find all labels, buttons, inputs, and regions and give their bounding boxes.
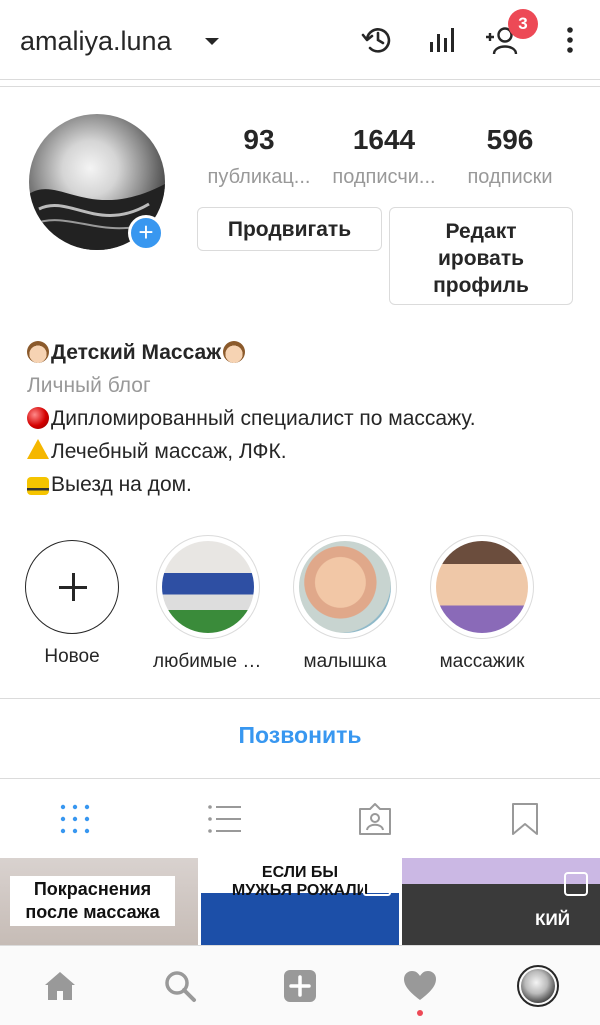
chevron-down-icon[interactable] [205, 38, 219, 45]
activity-heart-icon[interactable] [402, 968, 438, 1004]
edit-profile-label-line3: профиль [433, 274, 529, 297]
tagged-photos-icon[interactable] [357, 801, 393, 837]
posts-grid: Покраснения после массажа ЕСЛИ БЫ МУЖЬЯ … [0, 858, 600, 945]
history-icon[interactable] [360, 22, 396, 58]
post-thumbnail[interactable]: КИЙ [402, 858, 600, 945]
profile-name: Детский Массаж [51, 341, 222, 364]
bio-line: Выезд на дом. [51, 473, 192, 496]
divider [0, 86, 600, 87]
plus-icon [25, 540, 119, 634]
post-caption-line: после массажа [25, 902, 160, 922]
search-icon[interactable] [162, 968, 198, 1004]
profile-tab-avatar[interactable] [517, 965, 559, 1007]
stat-posts-label: публикац... [207, 166, 311, 188]
divider [0, 698, 600, 699]
profile-bio: Детский Массаж Личный блог Дипломированн… [27, 336, 476, 501]
edit-profile-label-line2: ировать [437, 247, 525, 270]
profile-category: Личный блог [27, 374, 151, 397]
bottom-navigation [0, 945, 600, 1025]
stat-posts-value: 93 [243, 124, 275, 155]
stat-posts[interactable]: 93 публикац... [194, 124, 324, 189]
promote-button[interactable]: Продвигать [197, 207, 382, 251]
highlight-item[interactable]: массажик [427, 535, 537, 673]
bio-line: Лечебный массаж, ЛФК. [51, 440, 287, 463]
home-icon[interactable] [42, 968, 78, 1004]
post-thumbnail[interactable]: ЕСЛИ БЫ МУЖЬЯ РОЖАЛИ [201, 858, 399, 945]
top-bar: amaliya.luna 3 [0, 0, 600, 80]
notification-badge: 3 [508, 9, 538, 39]
stat-following-label: подписки [467, 166, 553, 188]
highlight-label: Новое [44, 646, 100, 667]
username-switcher[interactable]: amaliya.luna [20, 26, 172, 57]
new-post-icon[interactable] [282, 968, 318, 1004]
warning-emoji-icon [27, 439, 49, 459]
highlight-new[interactable]: Новое [17, 535, 127, 668]
post-caption: КИЙ [535, 910, 570, 929]
insights-icon[interactable] [424, 22, 460, 58]
stat-followers-value: 1644 [352, 124, 416, 155]
edit-profile-label-line1: Редакт [445, 220, 517, 243]
baby-emoji-icon [223, 341, 246, 363]
video-icon [363, 876, 391, 896]
stat-followers[interactable]: 1644 подписчи... [319, 124, 449, 189]
highlight-cover [299, 541, 391, 633]
post-thumbnail[interactable]: Покраснения после массажа [0, 858, 198, 945]
red-circle-emoji-icon [27, 407, 49, 429]
highlight-label: малышка [303, 651, 387, 672]
more-vertical-icon[interactable] [552, 22, 588, 58]
saved-bookmark-icon[interactable] [507, 801, 543, 837]
stat-following[interactable]: 596 подписки [445, 124, 575, 189]
grid-view-icon[interactable] [57, 801, 93, 837]
baby-emoji-icon [27, 341, 49, 363]
bio-line: Дипломированный специалист по массажу. [51, 407, 476, 430]
divider [0, 778, 600, 779]
carousel-icon [564, 872, 588, 896]
stat-following-value: 596 [486, 124, 534, 155]
highlight-item[interactable]: малышка [290, 535, 400, 673]
add-story-plus-icon[interactable]: + [128, 215, 164, 251]
post-caption-line: Покраснения [33, 879, 152, 899]
taxi-emoji-icon [27, 477, 49, 495]
activity-dot [417, 1010, 423, 1016]
list-view-icon[interactable] [207, 801, 243, 837]
highlight-label: массажик [439, 651, 525, 672]
highlight-cover [436, 541, 528, 633]
call-button[interactable]: Позвонить [0, 722, 600, 749]
highlight-item[interactable]: любимые д... [153, 535, 263, 673]
post-caption: Покраснения после массажа [10, 876, 175, 926]
edit-profile-button[interactable]: Редакт ировать профиль [389, 207, 573, 305]
highlight-label: любимые д... [153, 651, 263, 672]
highlight-cover [162, 541, 254, 633]
stat-followers-label: подписчи... [332, 166, 436, 188]
